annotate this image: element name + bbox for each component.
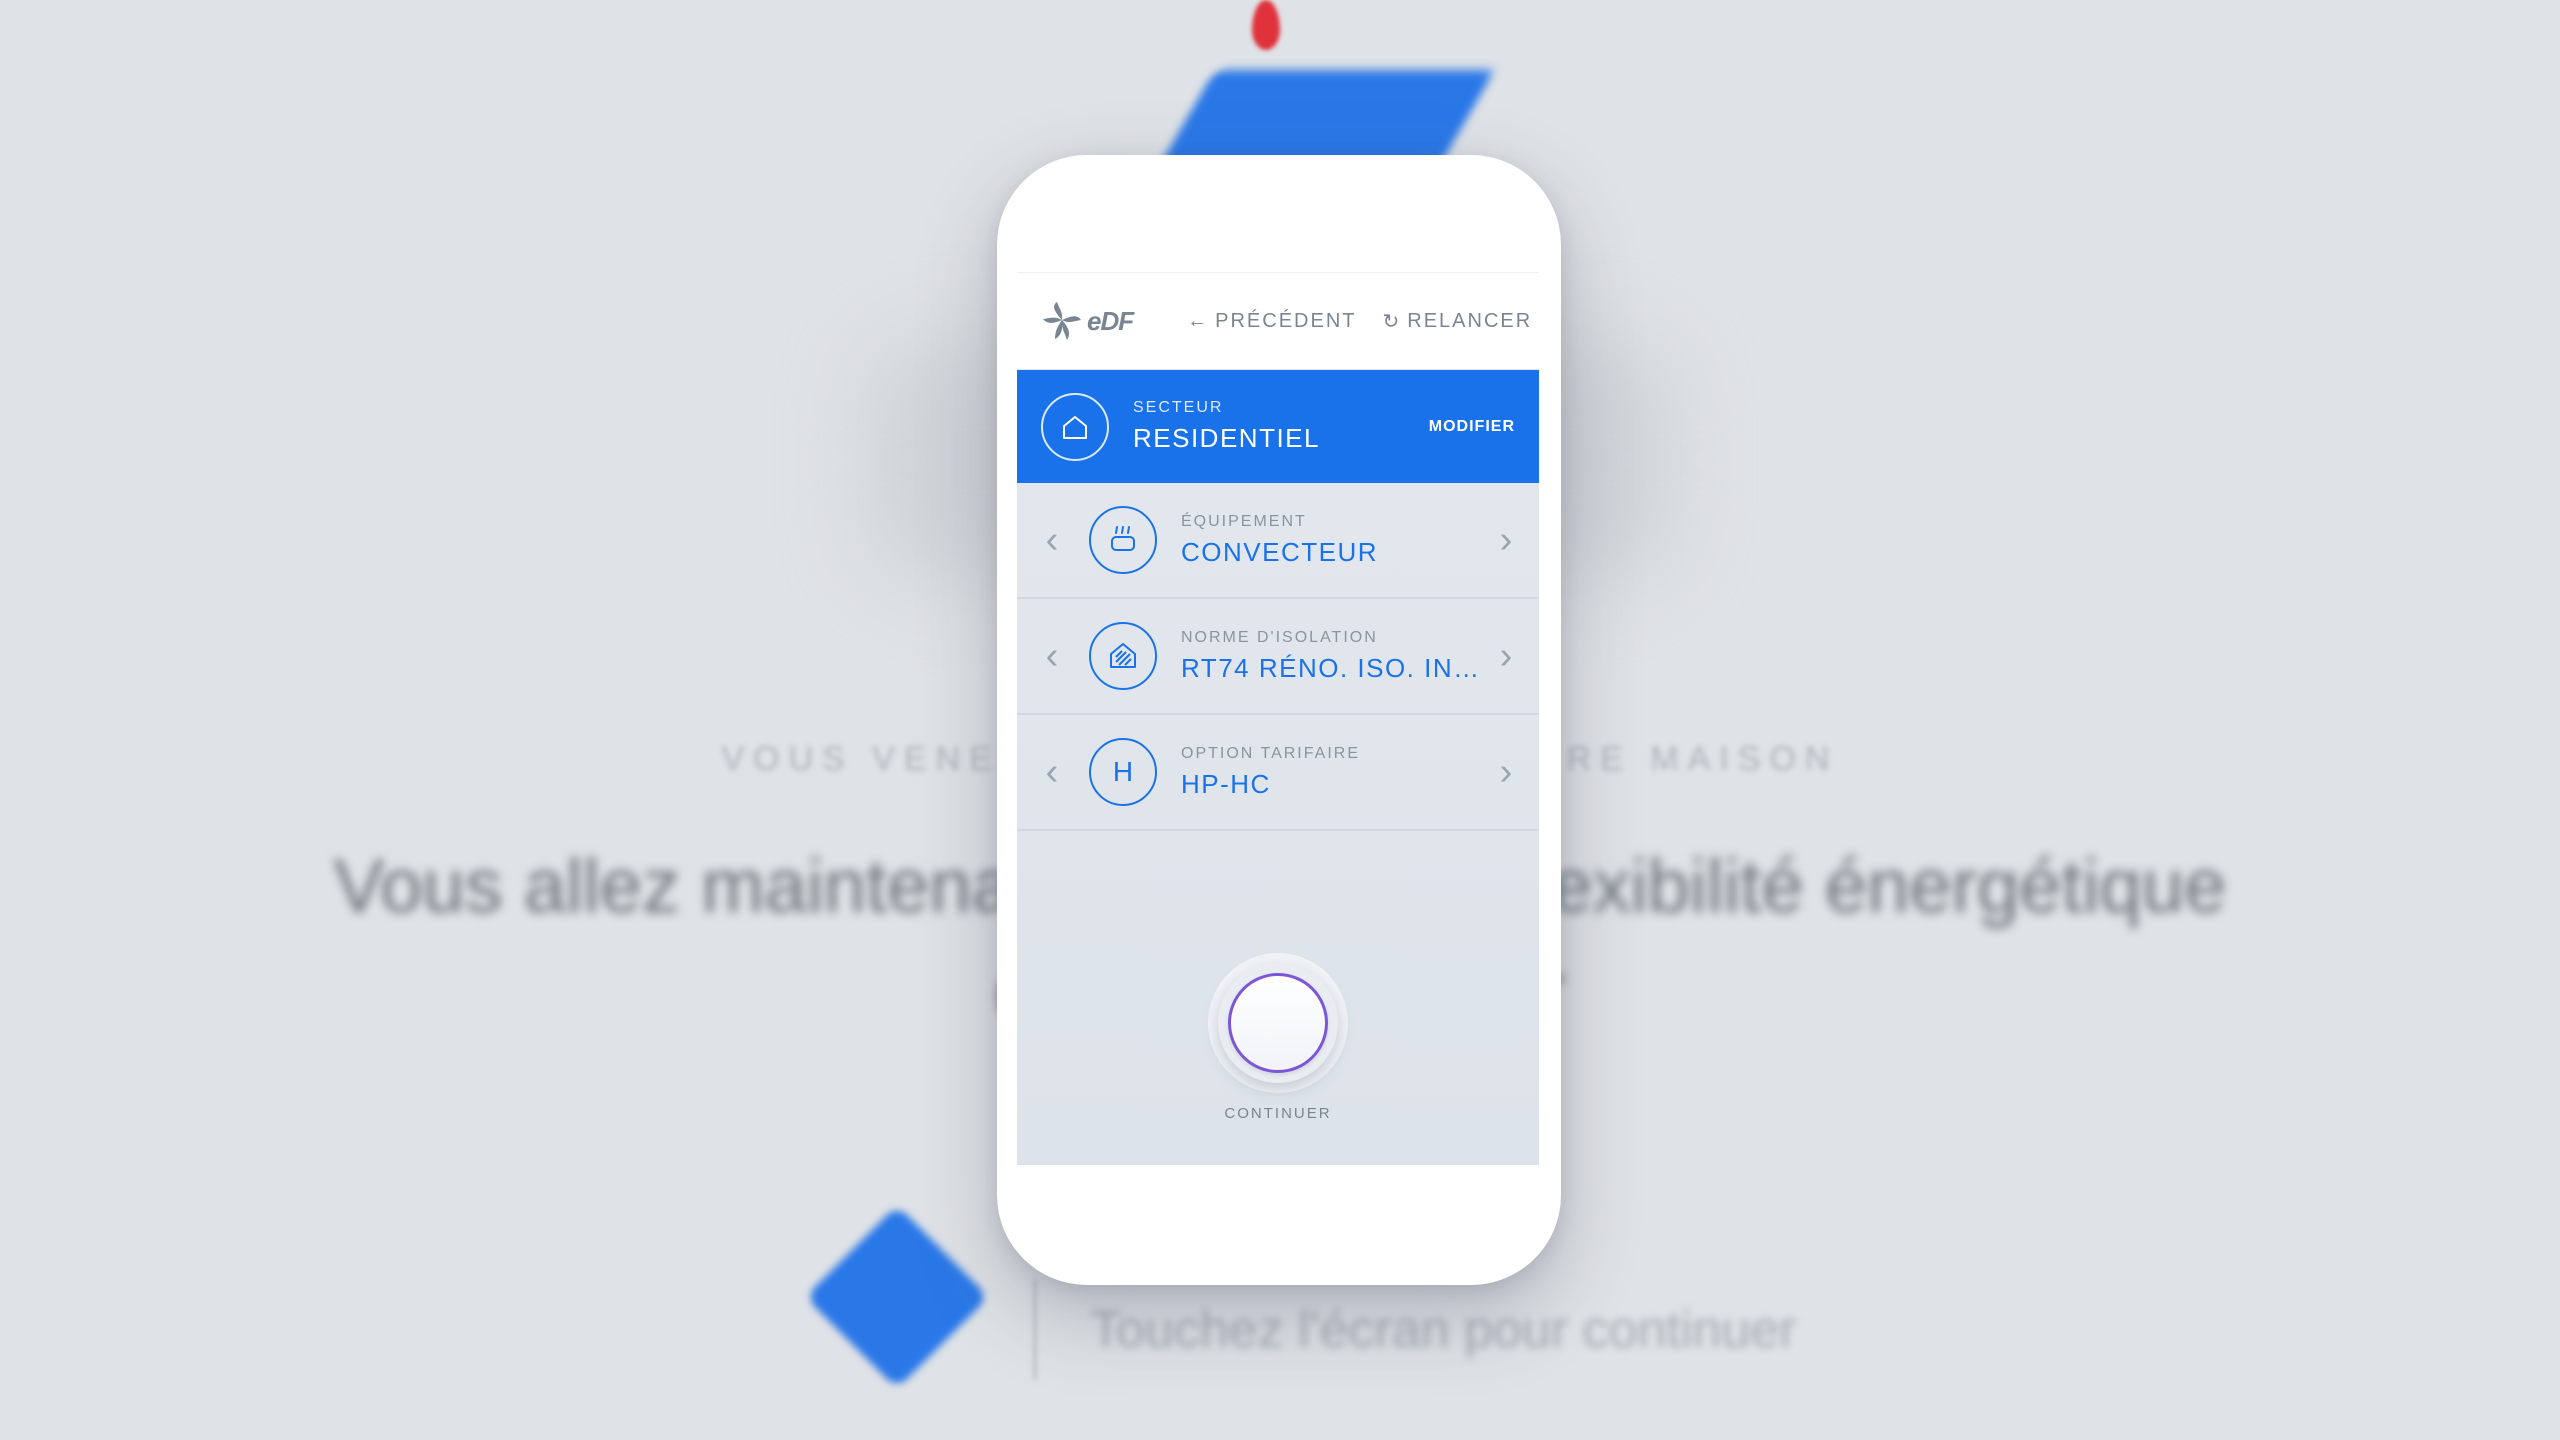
tariff-row: ‹ H OPTION TARIFAIRE HP-HC › — [1017, 715, 1539, 831]
restart-label: RELANCER — [1407, 309, 1533, 332]
tariff-label: OPTION TARIFAIRE — [1181, 744, 1360, 762]
insulation-label: NORME D'ISOLATION — [1181, 628, 1378, 646]
background-divider — [1033, 1280, 1037, 1380]
tariff-value: HP-HC — [1181, 768, 1271, 799]
sector-value: RESIDENTIEL — [1133, 423, 1320, 453]
insulation-row: ‹ NORME D'ISOLATION RT74 RÉNO. ISO. INT.… — [1017, 599, 1539, 715]
touch-to-continue-text: Touchez l'écran pour continuer — [1090, 1301, 1797, 1359]
edf-logo-icon — [1043, 302, 1081, 340]
chevron-right-icon[interactable]: › — [1493, 753, 1519, 791]
previous-button[interactable]: ← PRÉCÉDENT — [1187, 310, 1356, 333]
edf-logo-text: eDF — [1087, 305, 1134, 336]
touch-diamond-icon — [805, 1205, 989, 1389]
insulation-texts: NORME D'ISOLATION RT74 RÉNO. ISO. INT... — [1181, 629, 1493, 684]
insulation-value: RT74 RÉNO. ISO. INT... — [1181, 652, 1493, 683]
sector-texts: SECTEUR RESIDENTIEL — [1133, 399, 1429, 454]
chevron-left-icon[interactable]: ‹ — [1039, 521, 1065, 559]
sector-label: SECTEUR — [1133, 399, 1224, 416]
restart-button[interactable]: ↻ RELANCER — [1382, 309, 1532, 334]
modify-button[interactable]: MODIFIER — [1429, 418, 1515, 436]
equipment-value: CONVECTEUR — [1181, 536, 1379, 567]
continue-section: CONTINUER — [1017, 963, 1539, 1122]
continue-button-inner — [1228, 973, 1328, 1073]
app-header: eDF ← PRÉCÉDENT ↻ RELANCER — [1017, 273, 1539, 370]
refresh-icon: ↻ — [1382, 310, 1402, 333]
chevron-left-icon[interactable]: ‹ — [1039, 753, 1065, 791]
edf-logo: eDF — [1041, 300, 1134, 342]
tariff-texts: OPTION TARIFAIRE HP-HC — [1181, 745, 1493, 800]
continue-button[interactable] — [1218, 963, 1338, 1083]
insulation-house-icon — [1089, 622, 1157, 690]
h-icon: H — [1089, 738, 1157, 806]
chevron-left-icon[interactable]: ‹ — [1039, 637, 1065, 675]
continue-label: CONTINUER — [1224, 1105, 1332, 1122]
chevron-right-icon[interactable]: › — [1493, 637, 1519, 675]
phone-frame: eDF ← PRÉCÉDENT ↻ RELANCER SECTEUR RESID… — [997, 155, 1561, 1285]
h-icon-letter: H — [1112, 756, 1134, 787]
equipment-label: ÉQUIPEMENT — [1181, 512, 1307, 530]
radiator-icon — [1089, 506, 1157, 574]
flame-decoration — [1252, 0, 1280, 50]
equipment-row: ‹ ÉQUIPEMENT CONVECTEUR › — [1017, 483, 1539, 599]
app-screen: eDF ← PRÉCÉDENT ↻ RELANCER SECTEUR RESID… — [1017, 272, 1539, 1165]
chevron-right-icon[interactable]: › — [1493, 521, 1519, 559]
equipment-texts: ÉQUIPEMENT CONVECTEUR — [1181, 513, 1493, 568]
arrow-left-icon: ← — [1187, 309, 1210, 332]
sector-banner: SECTEUR RESIDENTIEL MODIFIER — [1017, 370, 1539, 483]
home-icon — [1041, 392, 1109, 461]
previous-label: PRÉCÉDENT — [1215, 309, 1357, 332]
